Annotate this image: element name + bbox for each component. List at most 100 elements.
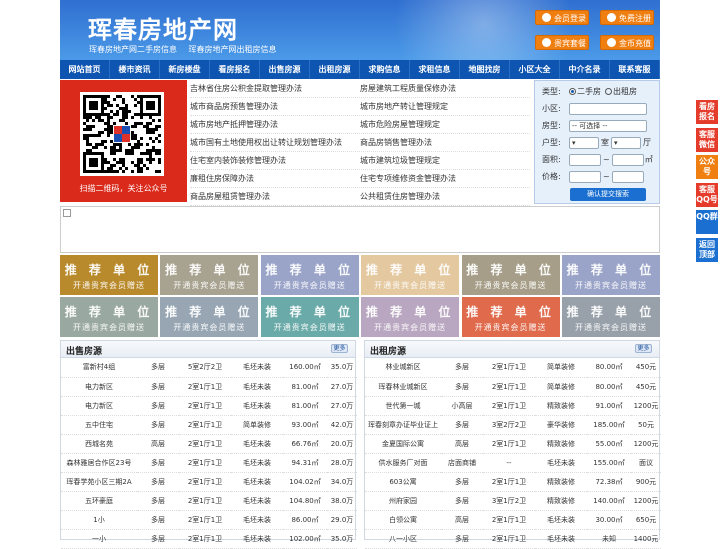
news-link[interactable]: 城市危险房屋管理规定 [360, 116, 530, 133]
radio-rent[interactable]: 出租房 [605, 86, 637, 97]
nav-item-4[interactable]: 出售房源 [260, 60, 310, 79]
recommended-unit-slot[interactable]: 推 荐 单 位开通贵宾会员赠送 [260, 297, 359, 337]
recharge-button[interactable]: 金币充值 [600, 35, 654, 50]
login-button[interactable]: 会员登录 [535, 10, 589, 25]
table-row[interactable]: 西城名苑 高层 2室1厅1卫 毛坯未装 66.76㎡ 20.0万 [61, 434, 357, 454]
table-row[interactable]: 金夏国际公寓 高层 2室1厅1卫 精致装修 55.00㎡ 1200元 [365, 434, 661, 454]
recommended-unit-slot[interactable]: 推 荐 单 位开通贵宾会员赠送 [60, 255, 158, 295]
table-row[interactable]: 白领公寓 高层 2室1厅1卫 毛坯未装 30.00㎡ 650元 [365, 510, 661, 530]
recommended-unit-slot[interactable]: 推 荐 单 位开通贵宾会员赠送 [561, 297, 660, 337]
nav-item-11[interactable]: 联系客服 [610, 60, 660, 79]
news-link[interactable]: 吉林省住房公积金提取管理办法 [190, 80, 360, 97]
table-row[interactable]: 603公寓 多层 2室1厅1卫 精致装修 72.38㎡ 900元 [365, 472, 661, 492]
listing-name[interactable]: 供水服务厂对面 [365, 453, 441, 473]
nav-item-1[interactable]: 楼市资讯 [110, 60, 160, 79]
recommended-unit-slot[interactable]: 推 荐 单 位开通贵宾会员赠送 [160, 255, 259, 295]
table-row[interactable]: 世代第一城 小高层 2室1厅1卫 精致装修 91.00㎡ 1200元 [365, 396, 661, 416]
table-row[interactable]: 林业城新区 多层 2室1厅1卫 简单装修 80.00㎡ 450元 [365, 358, 661, 378]
search-submit-button[interactable]: 确认提交搜索 [570, 188, 646, 201]
listing-name[interactable]: 西城名苑 [61, 434, 137, 454]
rent-more-button[interactable]: 更多 [635, 344, 652, 353]
sidebar-button-3[interactable]: 客服QQ号 [696, 183, 718, 207]
listing-name[interactable]: 一小 [61, 529, 137, 549]
nav-item-2[interactable]: 新房楼盘 [160, 60, 210, 79]
listing-name[interactable]: 珲春刻章办证毕业证上 [365, 415, 441, 435]
ad-banner[interactable] [60, 206, 660, 253]
recommended-unit-slot[interactable]: 推 荐 单 位开通贵宾会员赠送 [561, 255, 660, 295]
table-row[interactable]: 森林雅居合作区23号 多层 2室1厅1卫 毛坯未装 94.31㎡ 28.0万 [61, 453, 357, 473]
area-min-input[interactable] [569, 153, 601, 166]
recommended-unit-slot[interactable]: 推 荐 单 位开通贵宾会员赠送 [160, 297, 259, 337]
recommended-unit-slot[interactable]: 推 荐 单 位开通贵宾会员赠送 [361, 255, 460, 295]
table-row[interactable]: 电力新区 多层 2室1厅1卫 毛坯未装 81.00㎡ 27.0万 [61, 377, 357, 397]
sidebar-button-4[interactable]: QQ群 [696, 210, 718, 234]
news-link[interactable]: 城市房地产转让管理规定 [360, 98, 530, 115]
table-row[interactable]: 富新村4组 多层 5室2厅2卫 毛坯未装 160.00㎡ 35.0万 [61, 358, 357, 378]
listing-name[interactable]: 603公寓 [365, 472, 441, 492]
price-max-input[interactable] [611, 170, 644, 183]
area-max-input[interactable] [611, 153, 644, 166]
listing-name[interactable]: 森林雅居合作区23号 [61, 453, 137, 473]
table-row[interactable]: 供水服务厂对面 店面商铺 -- 毛坯未装 155.00㎡ 面议 [365, 453, 661, 473]
table-row[interactable]: 珲春刻章办证毕业证上 多层 3室2厅2卫 豪华装修 185.00㎡ 50元 [365, 415, 661, 435]
news-link[interactable]: 城市房地产抵押管理办法 [190, 116, 360, 133]
news-link[interactable]: 住宅专项维修资金管理办法 [360, 170, 530, 187]
listing-name[interactable]: 电力新区 [61, 396, 137, 416]
listing-name[interactable]: 金夏国际公寓 [365, 434, 441, 454]
news-link[interactable]: 商品房屋租赁管理办法 [190, 188, 360, 205]
sidebar-button-2[interactable]: 公众号 [696, 155, 718, 179]
news-link[interactable]: 商品房销售管理办法 [360, 134, 530, 151]
listing-name[interactable]: 林业城新区 [365, 358, 441, 378]
nav-item-0[interactable]: 网站首页 [60, 60, 110, 79]
recommended-unit-slot[interactable]: 推 荐 单 位开通贵宾会员赠送 [60, 297, 158, 337]
news-link[interactable]: 城市建筑垃圾管理规定 [360, 152, 530, 169]
table-row[interactable]: 五环豪庭 多层 2室1厅1卫 毛坯未装 104.80㎡ 38.0万 [61, 491, 357, 511]
listing-name[interactable]: 五环豪庭 [61, 491, 137, 511]
sidebar-button-1[interactable]: 客服微信 [696, 128, 718, 152]
listing-name[interactable]: 世代第一城 [365, 396, 441, 416]
table-row[interactable]: 珲春林业城新区 多层 2室1厅1卫 简单装修 80.00㎡ 450元 [365, 377, 661, 397]
nav-item-3[interactable]: 看房报名 [210, 60, 260, 79]
nav-item-6[interactable]: 求购信息 [360, 60, 410, 79]
table-row[interactable]: 珲春学苑小区三期2A 多层 2室1厅1卫 毛坯未装 104.02㎡ 34.0万 [61, 472, 357, 492]
price-min-input[interactable] [569, 170, 601, 183]
table-row[interactable]: 州府家园 多层 3室1厅2卫 精致装修 140.00㎡ 1200元 [365, 491, 661, 511]
table-row[interactable]: 电力新区 多层 2室1厅1卫 毛坯未装 81.00㎡ 27.0万 [61, 396, 357, 416]
recommended-unit-slot[interactable]: 推 荐 单 位开通贵宾会员赠送 [361, 297, 460, 337]
radio-sale[interactable]: 二手房 [569, 86, 601, 97]
vip-package-button[interactable]: 贵宾套餐 [535, 35, 589, 50]
listing-name[interactable]: 州府家园 [365, 491, 441, 511]
sidebar-button-5[interactable]: 返回顶部 [696, 238, 718, 262]
house-type-select[interactable]: -- 可选择 -- [569, 119, 647, 132]
listing-name[interactable]: 富新村4组 [61, 358, 137, 378]
news-link[interactable]: 城市商品房预售管理办法 [190, 98, 360, 115]
listing-name[interactable]: 电力新区 [61, 377, 137, 397]
listing-name[interactable]: 1小 [61, 510, 137, 530]
listing-name[interactable]: 八一小区 [365, 529, 441, 549]
news-link[interactable]: 公共租赁住房管理办法 [360, 188, 530, 205]
nav-item-10[interactable]: 中介名录 [560, 60, 610, 79]
register-button[interactable]: 免费注册 [600, 10, 654, 25]
listing-name[interactable]: 珲春学苑小区三期2A [61, 472, 137, 492]
nav-item-7[interactable]: 求租信息 [410, 60, 460, 79]
recommended-unit-slot[interactable]: 推 荐 单 位开通贵宾会员赠送 [461, 297, 560, 337]
nav-item-9[interactable]: 小区大全 [510, 60, 560, 79]
nav-item-5[interactable]: 出租房源 [310, 60, 360, 79]
table-row[interactable]: 五中住宅 多层 2室1厅1卫 简单装修 93.00㎡ 42.0万 [61, 415, 357, 435]
listing-name[interactable]: 白领公寓 [365, 510, 441, 530]
table-row[interactable]: 八一小区 多层 2室1厅1卫 毛坯未装 未知 1400元 [365, 529, 661, 549]
table-row[interactable]: 一小 多层 2室1厅1卫 毛坯未装 102.00㎡ 35.0万 [61, 529, 357, 549]
hall-select[interactable]: ▾ [611, 136, 641, 149]
sale-more-button[interactable]: 更多 [331, 344, 348, 353]
recommended-unit-slot[interactable]: 推 荐 单 位开通贵宾会员赠送 [461, 255, 560, 295]
room-select[interactable]: ▾ [569, 136, 599, 149]
news-link[interactable]: 住宅室内装饰装修管理办法 [190, 152, 360, 169]
sidebar-button-0[interactable]: 看房报名 [696, 100, 718, 124]
community-input[interactable] [569, 102, 647, 115]
sale-info-link[interactable]: 珲春房地产网二手房信息 [89, 45, 177, 54]
listing-name[interactable]: 珲春林业城新区 [365, 377, 441, 397]
nav-item-8[interactable]: 地图找房 [460, 60, 510, 79]
recommended-unit-slot[interactable]: 推 荐 单 位开通贵宾会员赠送 [260, 255, 359, 295]
listing-name[interactable]: 五中住宅 [61, 415, 137, 435]
news-link[interactable]: 房屋建筑工程质量保修办法 [360, 80, 530, 97]
